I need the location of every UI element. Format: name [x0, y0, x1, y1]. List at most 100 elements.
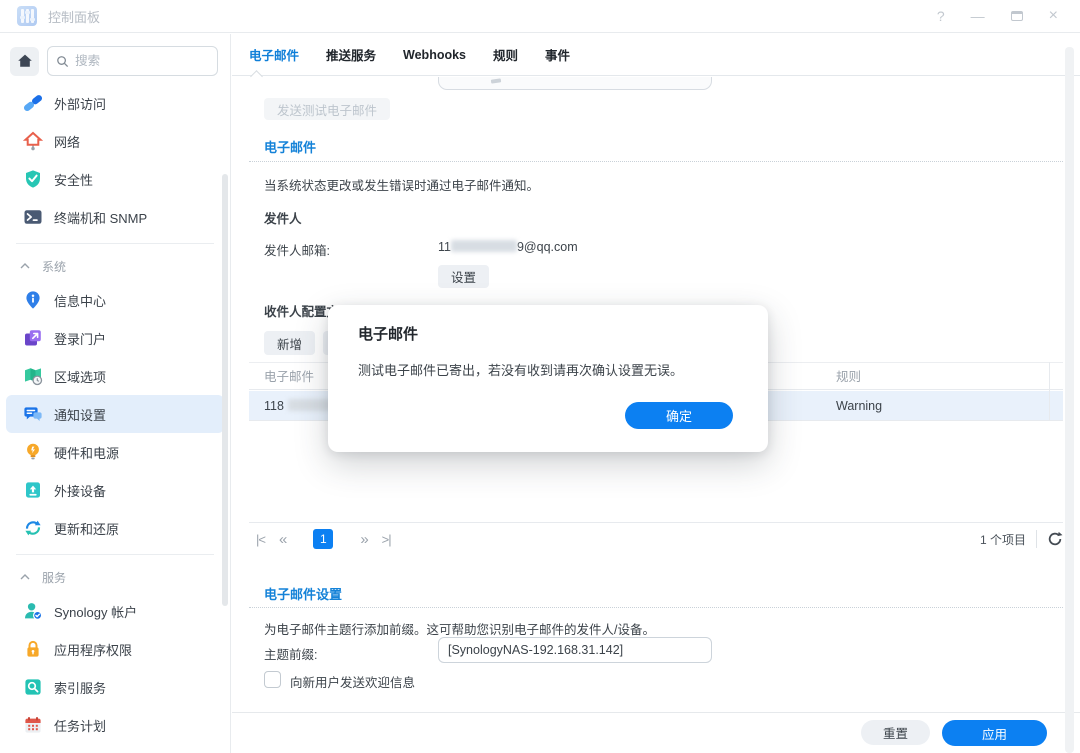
sidebar-divider	[16, 243, 214, 244]
dialog-message: 测试电子邮件已寄出，若没有收到请再次确认设置无误。	[358, 360, 683, 379]
sender-header: 发件人	[264, 208, 302, 227]
index-search-icon	[23, 677, 43, 697]
help-icon[interactable]: ?	[937, 9, 945, 23]
last-page-icon[interactable]: >|	[375, 532, 398, 547]
email-section-heading: 电子邮件	[264, 137, 316, 156]
content-scrollbar[interactable]	[1065, 47, 1074, 753]
sidebar-item-label: 信息中心	[54, 291, 106, 310]
sidebar-item-label: 更新和还原	[54, 519, 119, 538]
maximize-icon[interactable]	[1011, 11, 1023, 21]
close-icon[interactable]: ×	[1049, 8, 1058, 24]
subject-prefix-label: 主题前缀:	[264, 644, 317, 663]
minimize-icon[interactable]: —	[971, 9, 985, 23]
sidebar-item-task-scheduler[interactable]: 任务计划	[6, 706, 224, 744]
window-title: 控制面板	[48, 7, 100, 26]
sidebar-item-label: 登录门户	[54, 329, 106, 348]
email-section-description: 当系统状态更改或发生错误时通过电子邮件通知。	[264, 175, 539, 194]
section-divider	[249, 607, 1063, 608]
email-test-dialog: 电子邮件 测试电子邮件已寄出，若没有收到请再次确认设置无误。 确定	[328, 305, 768, 452]
sidebar-item-label: 硬件和电源	[54, 443, 119, 462]
sidebar-item-label: 区域选项	[54, 367, 106, 386]
search-box[interactable]	[47, 46, 218, 76]
login-portal-icon	[23, 328, 43, 348]
window-controls: ? — ×	[937, 8, 1080, 24]
current-page-badge[interactable]: 1	[313, 529, 333, 549]
setup-button[interactable]: 设置	[438, 265, 489, 288]
sidebar-item-terminal-snmp[interactable]: 终端机和 SNMP	[6, 198, 224, 236]
sender-email-prefix: 11	[438, 240, 451, 254]
account-icon	[23, 601, 43, 621]
info-pin-icon	[23, 290, 43, 310]
chevron-up-icon	[20, 574, 30, 580]
home-button[interactable]	[10, 47, 39, 76]
tab-rules[interactable]: 规则	[493, 45, 518, 64]
next-page-icon[interactable]: »	[353, 531, 374, 548]
dialog-ok-button[interactable]: 确定	[625, 402, 733, 429]
column-header-email[interactable]: 电子邮件	[264, 363, 314, 391]
sidebar-item-app-privileges[interactable]: 应用程序权限	[6, 630, 224, 668]
sidebar-item-label: 安全性	[54, 170, 93, 189]
sidebar-item-label: 网络	[54, 132, 80, 151]
sidebar-item-indexing-service[interactable]: 索引服务	[6, 668, 224, 706]
sidebar-item-label: 外部访问	[54, 94, 106, 113]
sidebar-section-label: 系统	[42, 258, 66, 275]
sidebar-item-info-center[interactable]: 信息中心	[6, 281, 224, 319]
column-header-rule[interactable]: 规则	[836, 363, 861, 391]
sidebar-item-label: Synology 帐户	[54, 602, 137, 621]
section-divider	[249, 161, 1063, 162]
send-test-email-button[interactable]: 发送测试电子邮件	[264, 98, 390, 120]
sidebar-section-system[interactable]: 系统	[0, 251, 230, 281]
sidebar-item-label: 通知设置	[54, 405, 106, 424]
notification-icon	[23, 404, 43, 424]
reset-button[interactable]: 重置	[861, 720, 930, 745]
sidebar-item-external-devices[interactable]: 外接设备	[6, 471, 224, 509]
clipped-dropdown-remnant[interactable]	[438, 77, 712, 90]
dialog-title: 电子邮件	[358, 323, 418, 344]
sidebar-item-notification-settings[interactable]: 通知设置	[6, 395, 224, 433]
sidebar-section-services[interactable]: 服务	[0, 562, 230, 592]
apply-button[interactable]: 应用	[942, 720, 1047, 746]
items-count: 1 个项目	[980, 531, 1026, 548]
tab-email[interactable]: 电子邮件	[249, 45, 299, 64]
search-input[interactable]	[75, 54, 209, 68]
tab-events[interactable]: 事件	[545, 45, 570, 64]
external-access-icon	[23, 93, 43, 113]
terminal-icon	[23, 207, 43, 227]
row-email-prefix: 118	[264, 399, 284, 413]
search-icon	[56, 54, 69, 69]
sidebar-item-network[interactable]: 网络	[6, 122, 224, 160]
control-panel-icon	[17, 6, 37, 26]
sidebar-item-label: 外接设备	[54, 481, 106, 500]
tab-webhooks[interactable]: Webhooks	[403, 48, 466, 62]
sidebar-item-external-access[interactable]: 外部访问	[6, 84, 224, 122]
row-rule-value: Warning	[836, 391, 882, 421]
sidebar-item-label: 应用程序权限	[54, 640, 132, 659]
welcome-message-checkbox[interactable]	[264, 671, 281, 688]
prev-page-icon[interactable]: «	[272, 531, 293, 548]
chevron-up-icon	[20, 263, 30, 269]
sidebar: 外部访问 网络 安全性 终端机和 SNMP 系统	[0, 34, 231, 753]
pagination-bar: |< « 1 » >| 1 个项目	[249, 522, 1063, 555]
footer-divider	[232, 712, 1080, 713]
home-icon	[17, 53, 33, 69]
pagination-divider	[1036, 530, 1037, 548]
sidebar-item-login-portal[interactable]: 登录门户	[6, 319, 224, 357]
add-button[interactable]: 新增	[264, 331, 315, 355]
sidebar-item-synology-account[interactable]: Synology 帐户	[6, 592, 224, 630]
network-icon	[23, 131, 43, 151]
sidebar-item-update-restore[interactable]: 更新和还原	[6, 509, 224, 547]
tab-push-service[interactable]: 推送服务	[326, 45, 376, 64]
sidebar-item-regional-options[interactable]: 区域选项	[6, 357, 224, 395]
update-restore-icon	[23, 518, 43, 538]
tab-bar: 电子邮件 推送服务 Webhooks 规则 事件	[232, 34, 1080, 76]
sidebar-item-label: 任务计划	[54, 716, 106, 735]
sidebar-item-hardware-power[interactable]: 硬件和电源	[6, 433, 224, 471]
lightbulb-icon	[23, 442, 43, 462]
sidebar-item-security[interactable]: 安全性	[6, 160, 224, 198]
refresh-icon[interactable]	[1047, 531, 1063, 547]
first-page-icon[interactable]: |<	[249, 532, 272, 547]
sidebar-scrollbar[interactable]	[222, 174, 228, 606]
table-column-separator	[1049, 362, 1050, 421]
subject-prefix-input[interactable]	[438, 637, 712, 663]
sender-email-redacted	[451, 240, 517, 252]
